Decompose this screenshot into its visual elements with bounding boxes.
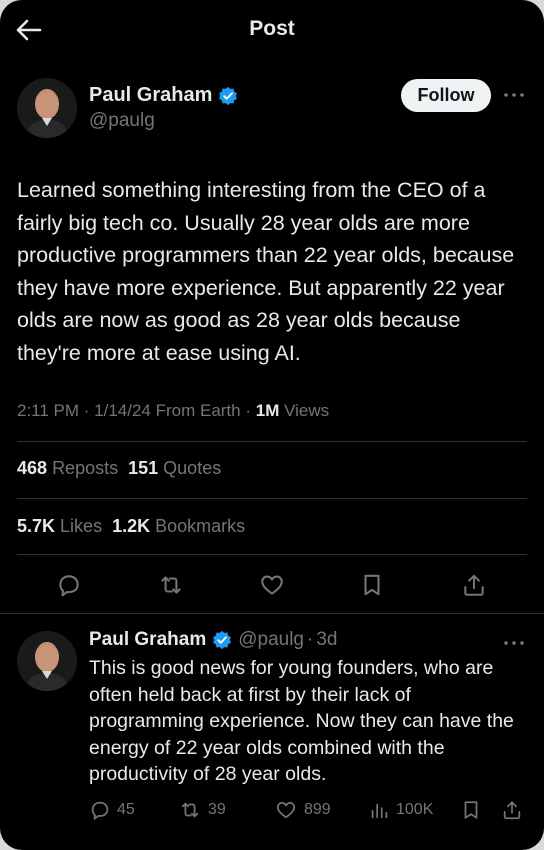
reply-text: This is good news for young founders, wh…	[89, 657, 514, 785]
views-count: 1M	[255, 401, 280, 420]
post-screen: Post Paul Graham @paulg Follow Learned s…	[0, 0, 544, 850]
post-meta: 2:11 PM · 1/14/24 From Earth · 1M Views	[17, 401, 329, 421]
divider	[17, 554, 527, 555]
reposts-label: Reposts	[52, 458, 119, 478]
quotes-count: 151	[128, 458, 159, 478]
reply-reply-button[interactable]: 45	[89, 798, 135, 822]
like-icon	[261, 575, 283, 595]
reposts-count: 468	[17, 458, 48, 478]
share-button[interactable]	[459, 570, 489, 600]
reply-like-button[interactable]: 899	[274, 798, 331, 822]
reply-more-options-button[interactable]	[502, 634, 526, 652]
reply-bookmark-button[interactable]	[460, 798, 482, 822]
divider	[0, 613, 544, 614]
views-label: Views	[279, 401, 330, 420]
more-icon	[504, 93, 524, 97]
share-icon	[464, 574, 484, 596]
reply-button[interactable]	[54, 570, 84, 600]
reply-author-handle[interactable]: @paulg	[238, 629, 304, 651]
repost-icon	[161, 576, 181, 594]
likes-link[interactable]: 5.7K Likes	[17, 516, 102, 536]
divider	[17, 441, 527, 442]
reply-views-button[interactable]: 100K	[368, 798, 433, 822]
author-handle[interactable]: @paulg	[89, 110, 155, 132]
likes-label: Likes	[60, 516, 103, 536]
reply-repost-button[interactable]: 39	[178, 798, 226, 822]
bookmarks-count: 1.2K	[112, 516, 151, 536]
reply-author-name[interactable]: Paul Graham	[89, 629, 206, 651]
more-options-button[interactable]	[502, 86, 526, 104]
share-icon	[503, 801, 521, 820]
bookmark-icon	[364, 574, 380, 596]
author-name-text: Paul Graham	[89, 84, 213, 106]
views-count: 100K	[396, 801, 434, 818]
post-timestamp[interactable]: 2:11 PM · 1/14/24 From Earth ·	[17, 401, 256, 420]
avatar-image	[17, 631, 77, 691]
reply-count: 45	[117, 801, 135, 818]
reposts-link[interactable]: 468 Reposts	[17, 458, 118, 478]
like-count: 899	[304, 801, 331, 818]
author-name[interactable]: Paul Graham	[89, 84, 238, 107]
reply-avatar[interactable]	[17, 631, 77, 691]
repost-quote-stats: 468 Reposts 151 Quotes	[17, 458, 221, 479]
follow-button[interactable]: Follow	[401, 79, 491, 112]
like-button[interactable]	[257, 570, 287, 600]
bookmarks-link[interactable]: 1.2K Bookmarks	[112, 516, 245, 536]
bookmarks-label: Bookmarks	[155, 516, 246, 536]
divider	[17, 498, 527, 499]
bookmark-icon	[464, 801, 478, 819]
likes-count: 5.7K	[17, 516, 56, 536]
quotes-label: Quotes	[163, 458, 222, 478]
post-text: Learned something interesting from the C…	[17, 178, 515, 365]
reply-icon	[59, 575, 79, 597]
repost-count: 39	[208, 801, 226, 818]
top-bar: Post	[0, 0, 544, 60]
like-icon	[276, 801, 296, 819]
verified-badge-icon	[213, 630, 232, 650]
repost-icon	[181, 802, 199, 818]
page-title: Post	[249, 17, 295, 40]
more-icon	[504, 641, 524, 645]
reply-share-button[interactable]	[501, 798, 523, 822]
avatar[interactable]	[17, 78, 77, 138]
views-icon	[371, 803, 388, 819]
reply-time[interactable]: 3d	[316, 629, 337, 651]
reply-icon	[91, 801, 109, 820]
repost-button[interactable]	[156, 570, 186, 600]
quotes-link[interactable]: 151 Quotes	[128, 458, 221, 478]
reply-header: Paul Graham @paulg · 3d	[89, 629, 337, 651]
avatar-image	[17, 78, 77, 138]
like-bookmark-stats: 5.7K Likes 1.2K Bookmarks	[17, 516, 245, 537]
separator: ·	[307, 629, 314, 650]
verified-badge-icon	[219, 86, 238, 105]
bookmark-button[interactable]	[357, 570, 387, 600]
